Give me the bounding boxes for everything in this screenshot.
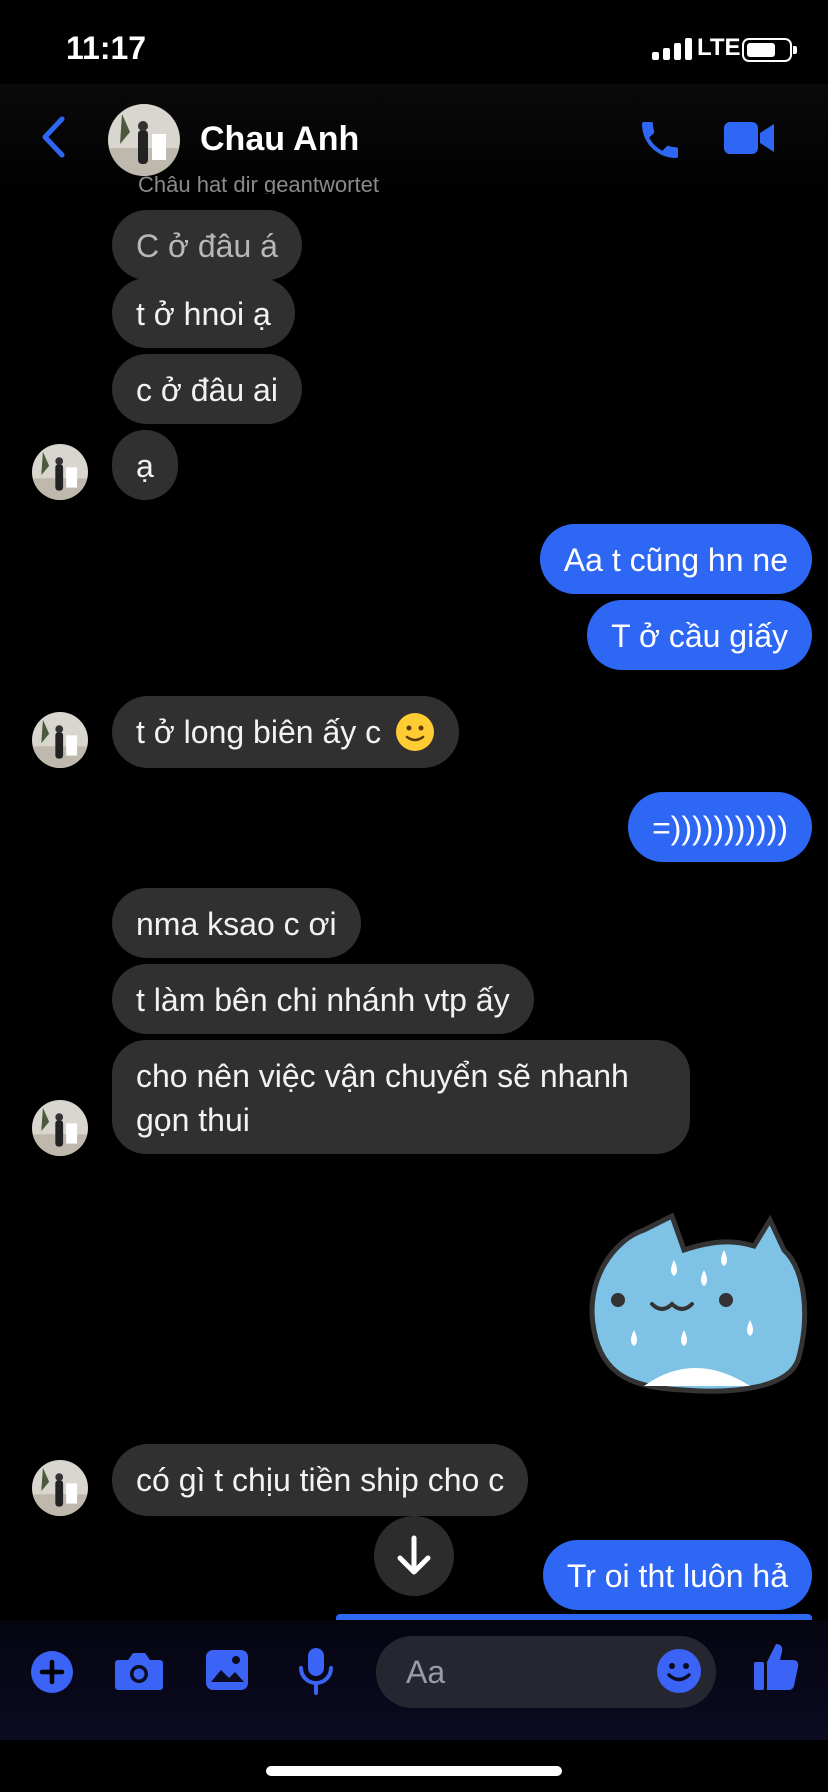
reply-note: Châu hat dir geantwortet xyxy=(138,172,379,194)
message-outgoing[interactable]: Aa t cũng hn ne xyxy=(539,524,812,594)
sender-avatar[interactable] xyxy=(32,1460,88,1516)
slight-smile-emoji-icon xyxy=(396,713,435,751)
message-incoming[interactable]: c ở đâu ai xyxy=(112,354,302,424)
message-incoming[interactable]: t ở long biên ấy c xyxy=(112,696,460,768)
video-icon[interactable] xyxy=(722,118,776,163)
contact-avatar[interactable] xyxy=(108,104,180,176)
contact-name[interactable]: Chau Anh xyxy=(200,120,359,159)
gallery-icon[interactable] xyxy=(204,1648,250,1697)
message-incoming[interactable]: t ở hnoi ạ xyxy=(112,278,295,348)
message-incoming[interactable]: nma ksao c ơi xyxy=(112,888,361,958)
plus-icon[interactable] xyxy=(30,1650,74,1699)
phone-icon[interactable] xyxy=(636,116,684,169)
message-outgoing[interactable]: T ở cầu giấy xyxy=(587,600,812,670)
sender-avatar[interactable] xyxy=(32,712,88,768)
message-input-placeholder: Aa xyxy=(406,1654,446,1690)
message-incoming[interactable]: cho nên việc vận chuyển sẽ nhanh gọn thu… xyxy=(112,1040,690,1154)
battery-icon xyxy=(742,38,797,62)
arrow-down-icon xyxy=(397,1535,431,1575)
scroll-to-bottom-button[interactable] xyxy=(374,1516,454,1596)
home-indicator xyxy=(266,1766,562,1776)
sender-avatar[interactable] xyxy=(32,1100,88,1156)
status-time: 11:17 xyxy=(66,30,147,66)
camera-icon[interactable] xyxy=(114,1650,164,1697)
message-incoming[interactable]: C ở đâu á xyxy=(112,210,302,280)
back-chevron-icon[interactable] xyxy=(40,115,66,164)
signal-icon xyxy=(652,38,692,60)
message-incoming[interactable]: ạ xyxy=(112,430,178,500)
message-incoming[interactable]: có gì t chịu tiền ship cho c xyxy=(112,1444,529,1516)
message-text: t ở long biên ấy c xyxy=(136,714,382,750)
message-incoming[interactable]: t làm bên chi nhánh vtp ấy xyxy=(112,964,534,1034)
emoji-icon[interactable] xyxy=(656,1648,702,1699)
sticker-cat[interactable] xyxy=(574,1210,810,1401)
message-outgoing[interactable]: =))))))))))) xyxy=(628,792,812,862)
network-type: LTE xyxy=(697,34,741,61)
microphone-icon[interactable] xyxy=(296,1646,336,1701)
thumbs-up-icon[interactable] xyxy=(752,1640,800,1699)
sender-avatar[interactable] xyxy=(32,444,88,500)
message-outgoing[interactable]: Tr oi tht luôn hả xyxy=(542,1540,812,1610)
